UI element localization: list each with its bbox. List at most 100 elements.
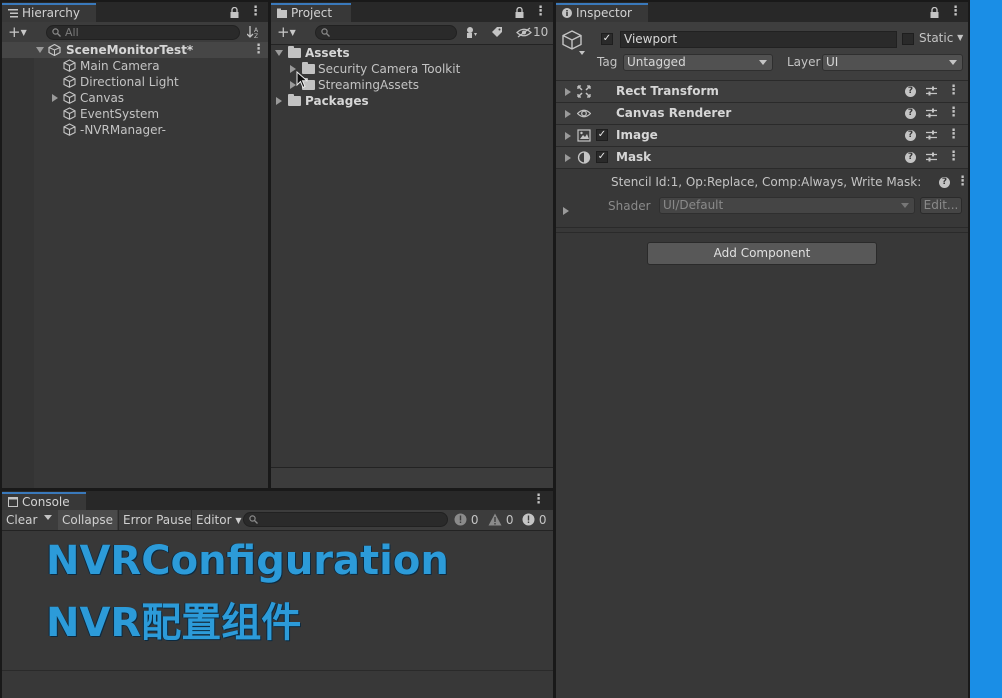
material-section: Stencil Id:1, Op:Replace, Comp:Always, W… (556, 168, 968, 228)
component-mask[interactable]: ✓ Mask ? ⋮ (556, 146, 968, 168)
sort-icon[interactable]: AZ (247, 26, 261, 39)
object-name-field[interactable]: Viewport (620, 31, 897, 48)
preset-icon[interactable] (926, 86, 937, 96)
editor-label: Editor (196, 513, 232, 527)
static-dropdown[interactable]: Static ▼ (919, 31, 963, 45)
component-fold-arrow[interactable] (565, 110, 571, 118)
svg-text:Z: Z (254, 33, 258, 39)
tag-dropdown[interactable]: Untagged (623, 54, 773, 71)
packages-fold-arrow[interactable] (276, 97, 282, 105)
overlay-title-english: NVRConfiguration (46, 538, 449, 584)
project-tree: Assets Security Camera Toolkit Streaming… (271, 45, 553, 465)
hierarchy-item-directional-light[interactable]: Directional Light (2, 74, 268, 90)
preset-icon[interactable] (926, 108, 937, 118)
tree-item-security-camera-toolkit[interactable]: Security Camera Toolkit (271, 61, 553, 77)
warning-icon (488, 513, 502, 526)
shader-dropdown[interactable]: UI/Default (659, 197, 915, 214)
component-menu-icon[interactable]: ⋮ (947, 150, 960, 164)
tab-project[interactable]: Project (271, 3, 351, 22)
component-fold-arrow[interactable] (565, 132, 571, 140)
filter-by-type-icon[interactable] (465, 26, 479, 39)
component-name: Image (616, 128, 658, 142)
clear-button[interactable]: Clear (6, 510, 37, 530)
tab-inspector-label: Inspector (576, 6, 632, 20)
help-icon[interactable]: ? (905, 107, 916, 119)
component-name: Mask (616, 150, 652, 164)
lock-icon[interactable] (230, 6, 239, 18)
component-rect-transform[interactable]: Rect Transform ? ⋮ (556, 80, 968, 102)
log-count-toggle[interactable]: 0 (454, 512, 478, 528)
tree-item-packages[interactable]: Packages (271, 93, 553, 109)
tree-item-streamingassets[interactable]: StreamingAssets (271, 77, 553, 93)
search-placeholder: All (65, 26, 79, 39)
hidden-packages-icon[interactable] (516, 27, 532, 38)
preset-icon[interactable] (926, 130, 937, 140)
create-button[interactable]: +▼ (8, 24, 27, 41)
layer-label: Layer (787, 55, 821, 69)
gameobject-icon (63, 59, 76, 72)
hierarchy-item-main-camera[interactable]: Main Camera (2, 58, 268, 74)
static-label: Static (919, 31, 954, 45)
add-component-label: Add Component (713, 246, 811, 260)
warning-count-toggle[interactable]: 0 (488, 512, 513, 528)
component-menu-icon[interactable]: ⋮ (947, 84, 960, 98)
more-menu-icon[interactable]: ⋮ (949, 5, 962, 19)
gameobject-icon (63, 75, 76, 88)
tab-console[interactable]: Console (2, 492, 86, 510)
editor-dropdown[interactable]: Editor ▼ (191, 510, 246, 530)
hierarchy-item-eventsystem[interactable]: EventSystem (2, 106, 268, 122)
material-info-text: Stencil Id:1, Op:Replace, Comp:Always, W… (611, 175, 922, 189)
lock-icon[interactable] (930, 6, 939, 18)
component-image[interactable]: ✓ Image ? ⋮ (556, 124, 968, 146)
filter-by-label-icon[interactable] (491, 26, 503, 38)
tree-item-assets[interactable]: Assets (271, 45, 553, 61)
component-canvas-renderer[interactable]: Canvas Renderer ? ⋮ (556, 102, 968, 124)
component-enabled-checkbox[interactable]: ✓ (596, 151, 608, 163)
lock-icon[interactable] (515, 6, 524, 18)
help-icon[interactable]: ? (905, 85, 916, 97)
project-footer (271, 467, 553, 488)
component-fold-arrow[interactable] (565, 88, 571, 96)
preset-icon[interactable] (926, 152, 937, 162)
scene-row[interactable]: SceneMonitorTest* ⋮ (2, 42, 268, 58)
create-asset-button[interactable]: +▼ (277, 24, 296, 41)
help-icon[interactable]: ? (905, 129, 916, 141)
tab-inspector[interactable]: Inspector (556, 3, 648, 22)
image-icon (577, 129, 591, 142)
edit-shader-button[interactable]: Edit... (920, 197, 962, 214)
add-component-button[interactable]: Add Component (647, 242, 877, 265)
scene-fold-arrow[interactable] (36, 47, 44, 53)
more-menu-icon[interactable]: ⋮ (532, 493, 545, 507)
more-menu-icon[interactable]: ⋮ (249, 5, 262, 19)
tab-hierarchy[interactable]: Hierarchy (2, 3, 96, 22)
component-fold-arrow[interactable] (565, 154, 571, 162)
hierarchy-item-nvrmanager[interactable]: -NVRManager- (2, 122, 268, 138)
assets-fold-arrow[interactable] (275, 50, 283, 56)
shader-value: UI/Default (663, 198, 724, 212)
layer-dropdown[interactable]: UI (822, 54, 963, 71)
clear-options-icon[interactable] (44, 515, 52, 520)
static-checkbox[interactable] (902, 33, 914, 45)
component-menu-icon[interactable]: ⋮ (947, 128, 960, 142)
help-icon[interactable]: ? (939, 177, 950, 188)
component-name: Canvas Renderer (616, 106, 732, 120)
error-pause-toggle[interactable]: Error Pause (118, 510, 195, 530)
hierarchy-search-input[interactable]: All (46, 25, 240, 40)
project-search-input[interactable] (315, 25, 457, 40)
gameobject-large-icon[interactable] (562, 30, 586, 56)
hierarchy-item-canvas[interactable]: Canvas (2, 90, 268, 106)
more-menu-icon[interactable]: ⋮ (534, 5, 547, 19)
material-fold-arrow[interactable] (563, 207, 569, 215)
help-icon[interactable]: ? (905, 151, 916, 163)
folder-icon (288, 46, 301, 58)
error-count-toggle[interactable]: 0 (522, 512, 546, 528)
active-checkbox[interactable]: ✓ (601, 33, 613, 45)
scene-menu-icon[interactable]: ⋮ (252, 43, 265, 57)
component-menu-icon[interactable]: ⋮ (947, 106, 960, 120)
error-pause-label: Error Pause (123, 513, 192, 527)
material-menu-icon[interactable]: ⋮ (956, 175, 968, 189)
console-search-input[interactable] (243, 512, 448, 527)
canvas-fold-arrow[interactable] (52, 94, 58, 102)
component-enabled-checkbox[interactable]: ✓ (596, 129, 608, 141)
collapse-toggle[interactable]: Collapse (58, 510, 117, 530)
